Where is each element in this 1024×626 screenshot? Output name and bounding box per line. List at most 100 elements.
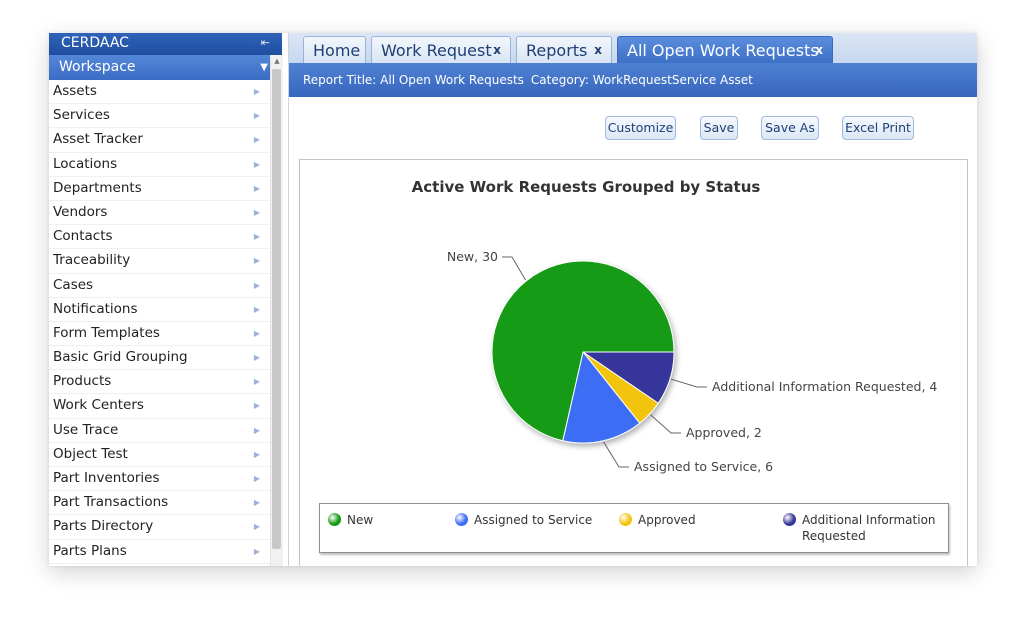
sidebar-item-part-inventories[interactable]: Part Inventories ▶	[49, 467, 270, 492]
scroll-thumb[interactable]	[272, 69, 281, 549]
sidebar-item-cases[interactable]: Cases ▶	[49, 274, 270, 298]
sidebar-item-label: Parts Plans	[53, 542, 127, 559]
sidebar-item-object-test[interactable]: Object Test ▶	[49, 443, 270, 467]
tab-work-request[interactable]: Work Request x	[371, 36, 511, 63]
sidebar-item-label: Products	[53, 373, 112, 390]
save-as-button[interactable]: Save As	[761, 116, 819, 140]
sidebar-item-form-templates[interactable]: Form Templates ▶	[49, 322, 270, 347]
close-icon[interactable]: x	[815, 37, 823, 64]
sidebar-item-basic-grid-grouping[interactable]: Basic Grid Grouping ▶	[49, 346, 270, 371]
sidebar-item-asset-tracker[interactable]: Asset Tracker ▶	[49, 128, 270, 153]
sidebar-item-use-trace[interactable]: Use Trace ▶	[49, 419, 270, 443]
report-title: Report Title: All Open Work Requests	[303, 73, 524, 87]
chevron-right-icon: ▶	[253, 159, 260, 169]
chevron-right-icon: ▶	[253, 449, 260, 459]
chevron-right-icon: ▶	[253, 135, 260, 145]
customize-button[interactable]: Customize	[605, 116, 676, 140]
chevron-right-icon: ▶	[253, 498, 260, 508]
tab-all-open-work-requests[interactable]: All Open Work Requests x	[617, 36, 833, 63]
sidebar-item-label: Services	[53, 107, 110, 124]
leader-line	[650, 414, 681, 434]
close-icon[interactable]: x	[594, 37, 602, 64]
tab-label: Home	[313, 41, 361, 60]
close-icon[interactable]: x	[493, 37, 501, 64]
sidebar-item-label: Traceability	[53, 252, 131, 269]
chevron-right-icon: ▶	[253, 111, 260, 121]
chevron-right-icon: ▶	[253, 401, 260, 411]
sidebar-item-label: Notifications	[53, 300, 138, 317]
leader-line	[603, 441, 629, 468]
chevron-right-icon: ▶	[253, 304, 260, 314]
report-title-bar: Report Title: All Open Work Requests Cate…	[289, 63, 977, 97]
chevron-right-icon: ▶	[253, 353, 260, 363]
legend-swatch-additional	[783, 513, 796, 526]
report-category: Category: WorkRequestService Asset	[530, 73, 753, 87]
sidebar-item-part-transactions[interactable]: Part Transactions ▶	[49, 491, 270, 516]
chevron-right-icon: ▶	[253, 183, 260, 193]
legend-swatch-new	[328, 513, 341, 526]
sidebar-item-label: Part Inventories	[53, 470, 160, 486]
data-label: Additional Information Requested, 4	[712, 379, 937, 394]
sidebar-item-label: Contacts	[53, 228, 113, 245]
sidebar-item-label: Cases	[53, 276, 94, 293]
legend-label: Assigned to Service	[474, 513, 593, 527]
sidebar-item-notifications[interactable]: Notifications ▶	[49, 298, 270, 322]
tab-home[interactable]: Home	[303, 36, 366, 63]
sidebar-item-label: Parts Directory	[53, 518, 154, 535]
sidebar-item-label: Asset Tracker	[53, 131, 143, 148]
data-label: Assigned to Service, 6	[634, 459, 773, 474]
tab-label: Work Request	[381, 41, 492, 60]
main-content: Home Work Request x Reports x All Open W…	[288, 33, 977, 566]
chevron-down-icon[interactable]: ▼	[260, 55, 268, 80]
legend-label: New	[347, 513, 374, 527]
chevron-right-icon: ▶	[253, 425, 260, 435]
sidebar-scrollbar[interactable]: ▲	[270, 55, 283, 566]
tab-label: Reports	[526, 41, 588, 60]
sidebar-item-work-centers[interactable]: Work Centers ▶	[49, 394, 270, 419]
sidebar-item-label: Use Trace	[53, 421, 119, 438]
sidebar-item-parts-plans[interactable]: Parts Plans ▶	[49, 540, 270, 564]
sidebar-item-assets[interactable]: Assets ▶	[49, 80, 270, 105]
sidebar-item-label: Locations	[53, 155, 118, 172]
data-label: New, 30	[447, 249, 498, 264]
sidebar-item-label: Vendors	[53, 203, 108, 220]
sidebar-item-parts-directory[interactable]: Parts Directory ▶	[49, 515, 270, 540]
sidebar-item-label: Assets	[53, 83, 97, 99]
sidebar-item-locations[interactable]: Locations ▶	[49, 153, 270, 177]
sidebar-item-traceability[interactable]: Traceability ▶	[49, 249, 270, 274]
chevron-right-icon: ▶	[253, 474, 260, 483]
legend-label: Additional Information Requested	[802, 513, 936, 543]
sidebar-item-contacts[interactable]: Contacts ▶	[49, 225, 270, 250]
app-window: CERDAAC ⇤ Workspace ▼ Assets ▶ Services ▶ …	[49, 33, 977, 566]
collapse-left-icon[interactable]: ⇤	[261, 33, 270, 53]
chart-legend: New Assigned to Service Approved Additio…	[319, 503, 949, 553]
workspace-header[interactable]: Workspace ▼	[49, 55, 282, 80]
save-button[interactable]: Save	[700, 116, 738, 140]
sidebar-item-departments[interactable]: Departments ▶	[49, 177, 270, 201]
legend-swatch-assigned	[455, 513, 468, 526]
excel-print-button[interactable]: Excel Print	[842, 116, 914, 140]
sidebar-item-label: Form Templates	[53, 324, 160, 341]
chevron-right-icon: ▶	[253, 280, 260, 290]
pie-chart: New, 30 Assigned to Service, 6 Approved, 2…	[447, 249, 938, 474]
tab-reports[interactable]: Reports x	[516, 36, 612, 63]
chevron-right-icon: ▶	[253, 377, 260, 387]
legend-label: Approved	[638, 513, 696, 527]
sidebar-nav-list: Assets ▶ Services ▶ Asset Tracker ▶ Locatio…	[49, 80, 270, 566]
chevron-right-icon: ▶	[253, 87, 260, 96]
sidebar-item-services[interactable]: Services ▶	[49, 104, 270, 129]
tab-bar: Home Work Request x Reports x All Open W…	[289, 33, 977, 63]
data-label: Approved, 2	[686, 425, 762, 440]
sidebar-item-label: Basic Grid Grouping	[53, 349, 188, 366]
legend-swatch-approved	[619, 513, 632, 526]
scroll-up-icon[interactable]: ▲	[271, 57, 283, 65]
brand-name: CERDAAC	[61, 35, 129, 51]
sidebar-item-label: Part Transactions	[53, 494, 169, 511]
chevron-right-icon: ▶	[253, 207, 260, 217]
sidebar-item-label: Object Test	[53, 445, 128, 462]
sidebar-item-products[interactable]: Products ▶	[49, 370, 270, 395]
sidebar: CERDAAC ⇤ Workspace ▼ Assets ▶ Services ▶ …	[49, 33, 283, 566]
chevron-right-icon: ▶	[253, 256, 260, 266]
sidebar-item-label: Departments	[53, 179, 142, 196]
sidebar-item-vendors[interactable]: Vendors ▶	[49, 201, 270, 226]
